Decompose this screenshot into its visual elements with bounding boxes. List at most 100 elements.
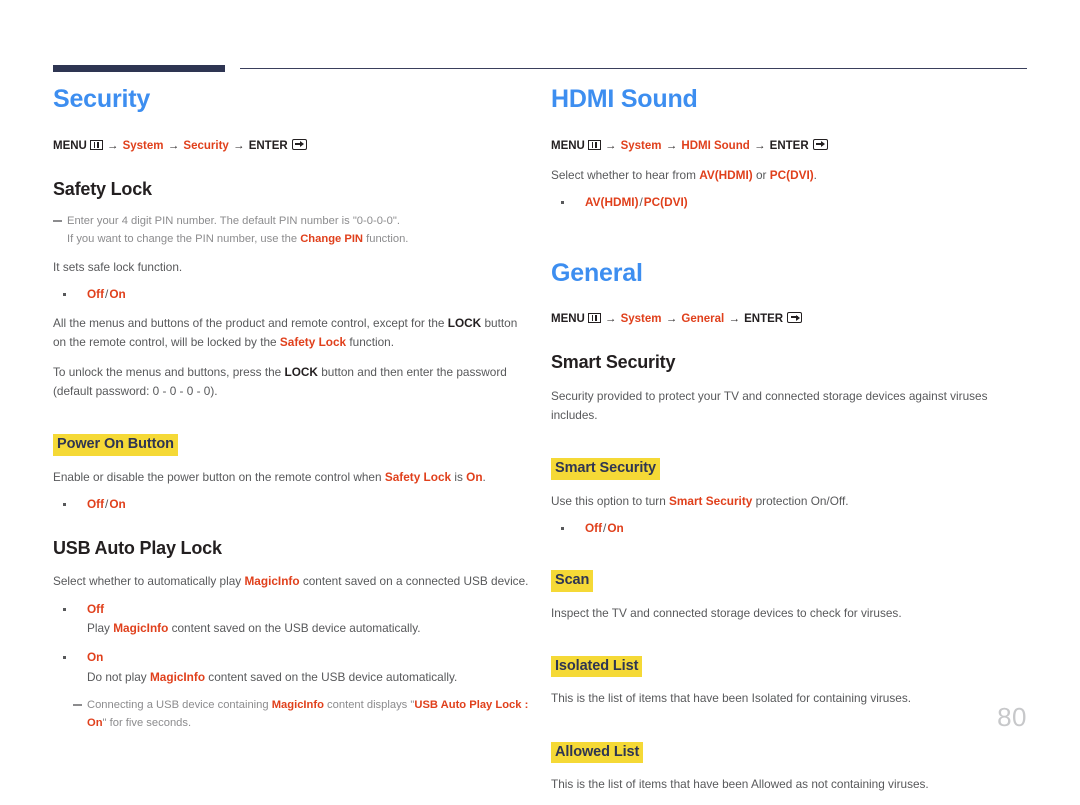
bullet-usb-option-on: On Do not play MagicInfo content saved o… (53, 648, 533, 687)
text-pob-pre: Enable or disable the power button on th… (53, 469, 385, 484)
header-thin-rule (240, 68, 1027, 70)
text-sl-pre: All the menus and buttons of the product… (53, 315, 448, 330)
section-title-general: General (551, 258, 643, 287)
option-av-hdmi: AV(HDMI) (585, 194, 639, 209)
option-off: Off (585, 521, 603, 536)
text-usb-pre: Select whether to automatically play (53, 574, 245, 589)
keyword-av-hdmi: AV(HDMI) (699, 167, 753, 182)
option-pc-dvi: PC(DVI) (643, 194, 688, 209)
note-pin-line1: Enter your 4 digit PIN number. The defau… (67, 215, 400, 228)
heading-safety-lock: Safety Lock (53, 178, 152, 199)
text-isolated-list-description: This is the list of items that have been… (551, 691, 911, 706)
text-sl-post: function. (346, 334, 394, 349)
option-on-description: Do not play MagicInfo content saved on t… (87, 668, 533, 687)
keyword-lock-1: LOCK (447, 315, 482, 330)
menu-icon (89, 139, 103, 150)
text-usb-post: content saved on a connected USB device. (299, 574, 529, 589)
note-change-pin: Change PIN (300, 233, 364, 246)
note-usb-post: " for five seconds. (102, 716, 192, 729)
menu-path-arrow-1: → (106, 139, 119, 152)
menu-path-enter-label: ENTER (769, 139, 809, 152)
keyword-magicinfo-2: MagicInfo (113, 621, 169, 636)
note-usb-pre: Connecting a USB device containing (87, 699, 272, 711)
menu-icon (587, 313, 601, 324)
bullet-power-on-button-options: Off/On (53, 495, 533, 514)
menu-path-arrow-1: → (604, 313, 617, 326)
option-off: Off (87, 496, 105, 511)
keyword-lock-2: LOCK (284, 364, 318, 379)
menu-path-menu-label: MENU (551, 313, 585, 326)
keyword-magicinfo-1: MagicInfo (244, 574, 300, 589)
text-allowed-list-description: This is the list of items that have been… (551, 777, 929, 792)
note-usb-mid: content displays " (323, 699, 415, 711)
menu-path-arrow-2: → (665, 313, 678, 326)
menu-path-step-hdmi-sound: HDMI Sound (681, 139, 750, 152)
menu-path-arrow-1: → (604, 139, 617, 152)
bullet-smart-security-options: Off/On (551, 519, 1031, 538)
manual-page: Security MENU → System → Security → ENTER… (0, 0, 1080, 791)
menu-path-arrow-2: → (665, 139, 678, 152)
text-pob-post: . (482, 469, 486, 484)
page-number: 80 (997, 702, 1027, 732)
keyword-magicinfo-3: MagicInfo (149, 670, 206, 685)
option-on: On (109, 286, 126, 301)
text-hdmi-sound-description: Select whether to hear from AV(HDMI) or … (551, 166, 1031, 185)
menu-path-menu-label: MENU (53, 139, 87, 152)
text-on-desc-post: content saved on the USB device automati… (205, 670, 458, 685)
note-pin-line2-pre: If you want to change the PIN number, us… (67, 233, 301, 246)
text-power-on-button-description: Enable or disable the power button on th… (53, 468, 533, 487)
text-ss-pre: Use this option to turn (551, 493, 670, 508)
option-off: Off (87, 286, 105, 301)
keyword-safety-lock: Safety Lock (279, 334, 347, 349)
heading-scan: Scan (551, 569, 594, 592)
text-on-desc-pre: Do not play (87, 670, 150, 685)
heading-isolated-list: Isolated List (551, 655, 643, 678)
right-column: HDMI Sound MENU → System → HDMI Sound → E… (551, 85, 1031, 805)
text-safe-lock-function: It sets safe lock function. (53, 259, 183, 274)
page-header-rules (0, 0, 1080, 80)
text-usb-auto-play-description: Select whether to automatically play Mag… (53, 572, 533, 591)
enter-key-icon (787, 312, 803, 324)
menu-path-arrow-3: → (233, 139, 245, 152)
text-scan-description: Inspect the TV and connected storage dev… (551, 605, 902, 620)
note-pin-default: Enter your 4 digit PIN number. The defau… (53, 213, 533, 248)
bullet-usb-option-off: Off Play MagicInfo content saved on the … (53, 600, 533, 639)
enter-key-icon (812, 138, 828, 150)
menu-path-security: MENU → System → Security → ENTER (53, 138, 533, 155)
section-title-hdmi-sound: HDMI Sound (551, 85, 698, 113)
text-pob-mid: is (451, 469, 467, 484)
text-ss-post: protection On/Off. (752, 493, 849, 508)
heading-smart-security-option: Smart Security (551, 458, 660, 480)
bullet-safety-lock-options: Off/On (53, 285, 533, 304)
menu-icon (587, 139, 601, 150)
heading-allowed-list: Allowed List (551, 741, 644, 764)
option-on: On (87, 650, 104, 665)
option-off-description: Play MagicInfo content saved on the USB … (87, 619, 533, 638)
option-on: On (109, 496, 126, 511)
note-usb-auto-play-lock: Connecting a USB device containing Magic… (73, 697, 533, 732)
menu-path-arrow-2: → (167, 139, 180, 152)
text-unlock-pre: To unlock the menus and buttons, press t… (53, 364, 285, 379)
menu-path-arrow-3: → (753, 139, 766, 152)
keyword-on: On (466, 469, 483, 484)
keyword-magicinfo-4: MagicInfo (271, 699, 324, 711)
option-on: On (607, 521, 624, 536)
enter-key-icon (291, 138, 307, 150)
menu-path-step-general: General (681, 313, 725, 326)
text-hdmi-pre: Select whether to hear from (551, 167, 700, 182)
menu-path-enter-label: ENTER (248, 139, 288, 152)
menu-path-menu-label: MENU (551, 139, 585, 152)
heading-smart-security: Smart Security (551, 352, 676, 373)
keyword-pc-dvi: PC(DVI) (769, 167, 814, 182)
heading-power-on-button: Power On Button (53, 434, 178, 456)
menu-path-step-system: System (620, 313, 662, 326)
text-off-desc-post: content saved on the USB device automati… (168, 621, 421, 636)
section-title-security: Security (53, 85, 151, 113)
menu-path-enter-label: ENTER (744, 313, 784, 326)
option-off: Off (87, 601, 105, 616)
keyword-safety-lock-2: Safety Lock (384, 469, 452, 484)
text-safety-lock-description: All the menus and buttons of the product… (53, 314, 533, 352)
text-unlock-instructions: To unlock the menus and buttons, press t… (53, 363, 533, 401)
menu-path-hdmi-sound: MENU → System → HDMI Sound → ENTER (551, 138, 1031, 155)
text-smart-security-description: Security provided to protect your TV and… (551, 389, 988, 423)
